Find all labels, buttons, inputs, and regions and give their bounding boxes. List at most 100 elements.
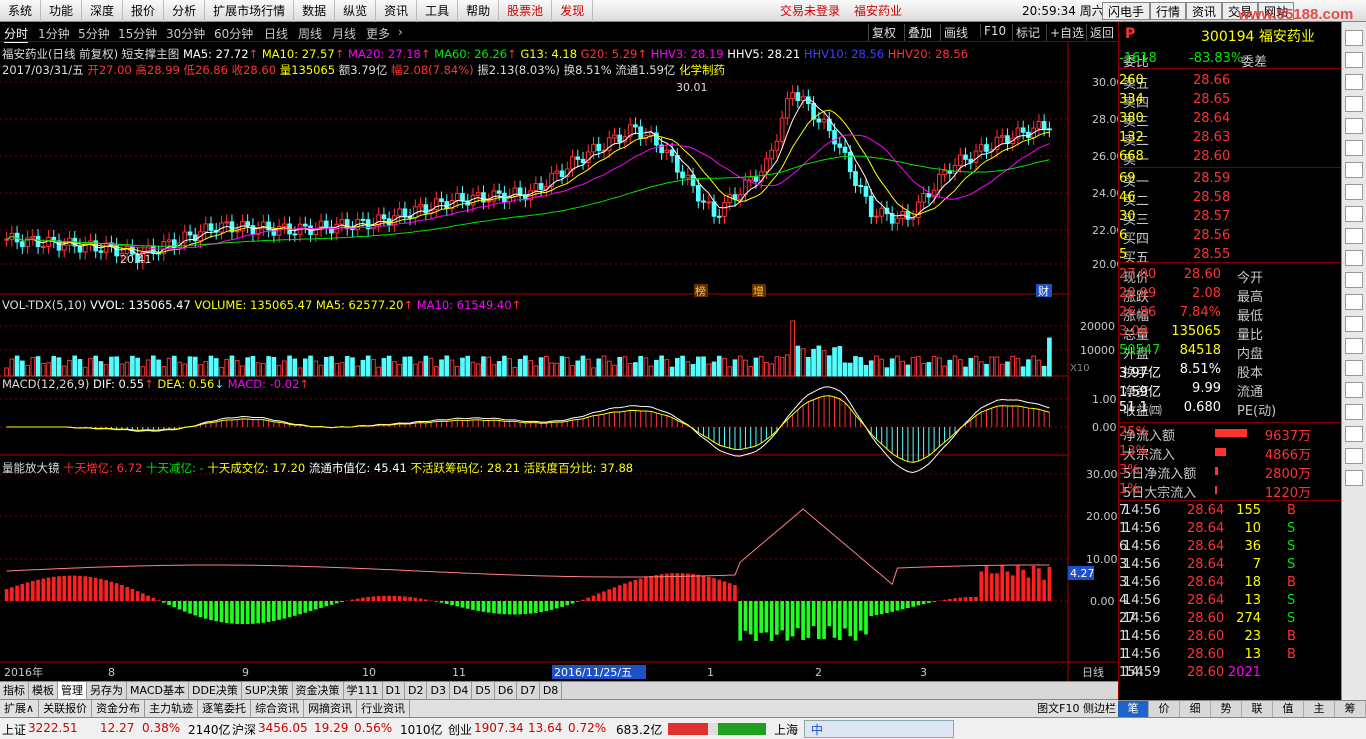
sidebar-toggle[interactable]: 图文F10 侧边栏 [1037, 700, 1116, 717]
event-tag-cai[interactable]: 财 [1038, 284, 1049, 298]
shortcut-icon[interactable] [1345, 426, 1363, 442]
period-day[interactable]: 日线 [264, 25, 288, 42]
shortcut-icon[interactable] [1345, 118, 1363, 134]
menu-item-depth[interactable]: 深度 [82, 0, 124, 22]
shortcut-icon[interactable] [1345, 382, 1363, 398]
sh-label[interactable]: 上证 [2, 721, 26, 738]
menu-item-help[interactable]: 帮助 [458, 0, 500, 22]
shortcut-icon[interactable] [1345, 140, 1363, 156]
event-tag-bang[interactable]: 榜 [695, 284, 706, 298]
market-label[interactable]: 上海 [774, 721, 798, 738]
detail-tab[interactable]: 筹 [1335, 701, 1366, 717]
shortcut-icon[interactable] [1345, 294, 1363, 310]
menu-item-system[interactable]: 系统 [0, 0, 42, 22]
shortcut-icon[interactable] [1345, 316, 1363, 332]
indicator-tab[interactable]: 另存为 [87, 682, 127, 699]
shortcut-icon[interactable] [1345, 360, 1363, 376]
menu-item-overview[interactable]: 纵览 [335, 0, 377, 22]
shortcut-icon[interactable] [1345, 96, 1363, 112]
indicator-tab[interactable]: SUP决策 [242, 682, 293, 699]
chart-canvas[interactable]: 30.00 28.00 26.00 24.00 22.00 20.00 2000… [0, 42, 1118, 681]
indicator-tab[interactable]: D2 [405, 682, 428, 699]
period-30min[interactable]: 30分钟 [166, 25, 205, 42]
shortcut-icon[interactable] [1345, 404, 1363, 420]
period-15min[interactable]: 15分钟 [118, 25, 157, 42]
discover-button[interactable]: 发现 [552, 0, 594, 22]
chevron-right-icon[interactable]: › [398, 25, 403, 39]
shortcut-icon[interactable] [1345, 250, 1363, 266]
shortcut-icon[interactable] [1345, 74, 1363, 90]
indicator-tab[interactable]: D8 [540, 682, 563, 699]
shortcut-icon[interactable] [1345, 338, 1363, 354]
shortcut-icon[interactable] [1345, 448, 1363, 464]
extension-tab[interactable]: 主力轨迹 [145, 700, 199, 717]
menu-item-quote[interactable]: 报价 [123, 0, 165, 22]
extension-tab[interactable]: 综合资讯 [251, 700, 305, 717]
detail-tab[interactable]: 值 [1273, 701, 1304, 717]
period-more[interactable]: 更多 [366, 25, 390, 42]
shortcut-icon[interactable] [1345, 206, 1363, 222]
extension-tab[interactable]: 行业资讯 [357, 700, 411, 717]
period-week[interactable]: 周线 [298, 25, 322, 42]
overlay-button[interactable]: 叠加 [904, 24, 935, 41]
period-1min[interactable]: 1分钟 [38, 25, 70, 42]
back-button[interactable]: 返回 [1086, 24, 1117, 41]
menu-item-function[interactable]: 功能 [41, 0, 83, 22]
indicator-tab[interactable]: D1 [383, 682, 406, 699]
shortcut-icon[interactable] [1345, 470, 1363, 486]
menu-item-analysis[interactable]: 分析 [164, 0, 206, 22]
detail-tab[interactable]: 笔 [1118, 701, 1149, 717]
period-month[interactable]: 月线 [332, 25, 356, 42]
news-button[interactable]: 资讯 [1186, 2, 1223, 20]
ime-toolbar[interactable]: 中 [804, 720, 954, 738]
event-tag-zeng[interactable]: 增 [753, 284, 764, 298]
add-watchlist-button[interactable]: +自选 [1046, 24, 1087, 41]
detail-tab[interactable]: 价 [1149, 701, 1180, 717]
indicator-tab[interactable]: 管理 [58, 682, 87, 699]
extension-tab[interactable]: 网摘资讯 [304, 700, 358, 717]
extension-tab[interactable]: 逐笔委托 [198, 700, 252, 717]
indicator-tab[interactable]: D3 [427, 682, 450, 699]
shortcut-icon[interactable] [1345, 228, 1363, 244]
cy-label[interactable]: 创业 [448, 721, 472, 738]
detail-tab[interactable]: 联 [1242, 701, 1273, 717]
indicator-tab[interactable]: D7 [517, 682, 540, 699]
detail-tab[interactable]: 主 [1304, 701, 1335, 717]
indicator-tab[interactable]: MACD基本 [127, 682, 189, 699]
extension-tab[interactable]: 资金分布 [92, 700, 146, 717]
shortcut-icon[interactable] [1345, 52, 1363, 68]
stock-pool-button[interactable]: 股票池 [499, 0, 553, 22]
menu-item-news[interactable]: 资讯 [376, 0, 418, 22]
detail-tab[interactable]: 势 [1211, 701, 1242, 717]
market-button[interactable]: 行情 [1150, 2, 1187, 20]
ime-lang-icon[interactable]: 中 [811, 721, 823, 738]
menu-item-data[interactable]: 数据 [294, 0, 336, 22]
hs-label[interactable]: 沪深 [232, 721, 256, 738]
shortcut-icon[interactable] [1345, 184, 1363, 200]
shortcut-icon[interactable] [1345, 162, 1363, 178]
indicator-tab[interactable]: 学111 [344, 682, 383, 699]
trade-login-status[interactable]: 交易未登录 [780, 4, 840, 18]
period-tick[interactable]: 分时 [4, 25, 29, 43]
indicator-tab[interactable]: D6 [495, 682, 518, 699]
mark-button[interactable]: 标记 [1012, 24, 1043, 41]
flash-trade-button[interactable]: 闪电手 [1102, 2, 1151, 20]
indicator-tab[interactable]: DDE决策 [189, 682, 242, 699]
detail-tab[interactable]: 细 [1180, 701, 1211, 717]
shortcut-icon[interactable] [1345, 30, 1363, 46]
indicator-tab[interactable]: 模板 [29, 682, 58, 699]
shortcut-icon[interactable] [1345, 272, 1363, 288]
indicator-tab[interactable]: D4 [450, 682, 473, 699]
period-5min[interactable]: 5分钟 [78, 25, 110, 42]
draw-button[interactable]: 画线 [940, 24, 971, 41]
extension-tab[interactable]: 关联报价 [39, 700, 93, 717]
adjust-button[interactable]: 复权 [868, 24, 899, 41]
indicator-tab[interactable]: 资金决策 [293, 682, 344, 699]
indicator-tab[interactable]: 指标 [0, 682, 29, 699]
f10-button[interactable]: F10 [980, 24, 1009, 38]
menu-item-tools[interactable]: 工具 [417, 0, 459, 22]
indicator-tab[interactable]: D5 [472, 682, 495, 699]
period-60min[interactable]: 60分钟 [214, 25, 253, 42]
extension-tab[interactable]: 扩展∧ [0, 700, 40, 717]
menu-item-extended-market[interactable]: 扩展市场行情 [205, 0, 295, 22]
